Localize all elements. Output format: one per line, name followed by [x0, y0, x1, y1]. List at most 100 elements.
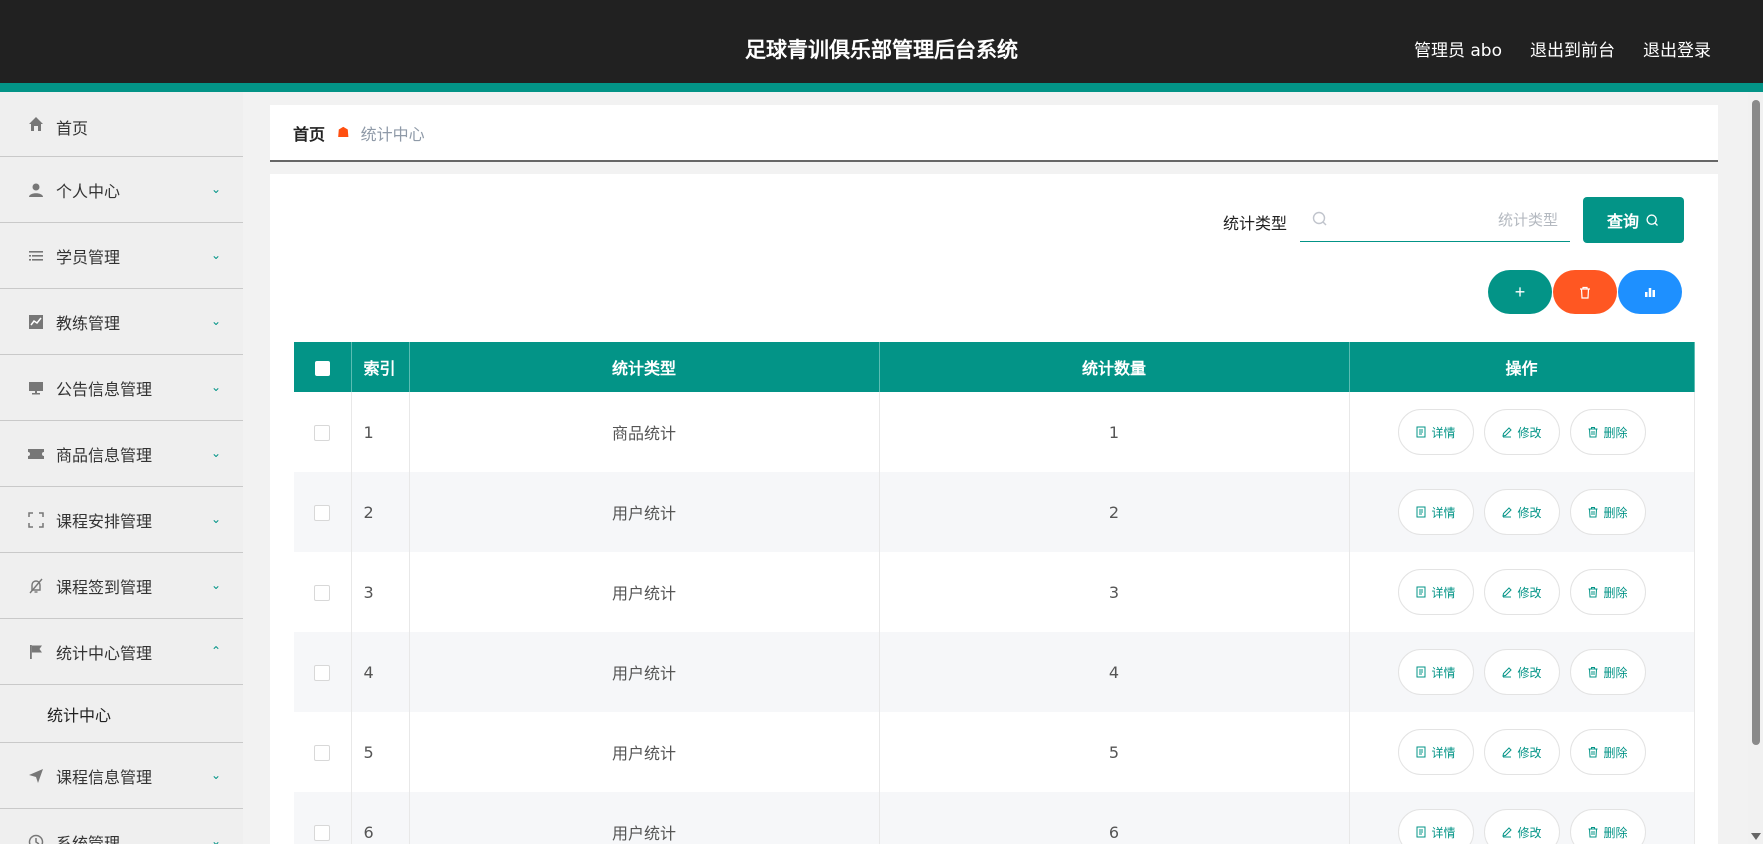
row-checkbox[interactable]: [314, 665, 331, 681]
sidebar-item-notice-management[interactable]: 公告信息管理 ⌄: [0, 355, 243, 421]
edit-icon: [1502, 747, 1513, 758]
plus-icon: +: [1514, 281, 1526, 302]
edit-button[interactable]: 修改: [1483, 489, 1560, 535]
row-count: 2: [879, 472, 1350, 552]
query-button[interactable]: 查询: [1583, 197, 1684, 243]
document-icon: [1416, 586, 1426, 598]
logout-link[interactable]: 退出登录: [1643, 36, 1711, 61]
sidebar-item-home[interactable]: 首页: [0, 92, 243, 157]
edit-button[interactable]: 修改: [1483, 729, 1560, 775]
sidebar-item-personal-center[interactable]: 个人中心 ⌄: [0, 157, 243, 223]
chevron-down-icon: ⌄: [210, 833, 221, 844]
edit-icon: [1502, 587, 1513, 598]
chevron-down-icon: ⌄: [210, 445, 221, 460]
row-count: 6: [879, 792, 1350, 844]
sidebar-item-label: 个人中心: [56, 181, 121, 201]
edit-button[interactable]: 修改: [1483, 649, 1560, 695]
document-icon: [1416, 746, 1426, 758]
sidebar-item-student-management[interactable]: 学员管理 ⌄: [0, 223, 243, 289]
delete-button[interactable]: 删除: [1569, 489, 1646, 535]
row-type: 用户统计: [409, 632, 880, 712]
sidebar-item-label: 课程签到管理: [56, 577, 153, 597]
row-index: 6: [351, 792, 410, 844]
row-checkbox[interactable]: [314, 425, 331, 441]
scrollbar-thumb[interactable]: [1752, 100, 1760, 745]
page-scrollbar[interactable]: [1748, 92, 1763, 844]
select-all-checkbox[interactable]: [314, 360, 330, 376]
column-header-ops: 操作: [1349, 342, 1695, 392]
search-input[interactable]: [1300, 198, 1570, 241]
delete-label: 删除: [1603, 825, 1628, 840]
sidebar-item-goods-management[interactable]: 商品信息管理 ⌄: [0, 421, 243, 487]
delete-button[interactable]: 删除: [1569, 809, 1646, 844]
delete-button[interactable]: 删除: [1569, 409, 1646, 455]
batch-delete-button[interactable]: [1553, 270, 1617, 314]
delete-button[interactable]: 删除: [1569, 729, 1646, 775]
query-button-label: 查询: [1606, 212, 1639, 231]
sidebar-item-coach-management[interactable]: 教练管理 ⌄: [0, 289, 243, 355]
row-checkbox[interactable]: [314, 745, 331, 761]
add-button[interactable]: +: [1488, 270, 1552, 314]
detail-button[interactable]: 详情: [1397, 809, 1474, 844]
breadcrumb-home[interactable]: 首页: [293, 121, 325, 145]
trash-icon: [1588, 507, 1598, 518]
document-icon: [1416, 666, 1426, 678]
trash-icon: [1588, 827, 1598, 838]
search-icon: [1312, 211, 1327, 226]
trash-icon: [1580, 286, 1590, 299]
row-count: 5: [879, 712, 1350, 792]
document-icon: [1416, 426, 1426, 438]
table-row: 3 用户统计 3 详情 修改 删除: [294, 552, 1695, 632]
edit-button[interactable]: 修改: [1483, 409, 1560, 455]
delete-button[interactable]: 删除: [1569, 569, 1646, 615]
document-icon: [1416, 506, 1426, 518]
sidebar-item-schedule-management[interactable]: 课程安排管理 ⌄: [0, 487, 243, 553]
column-header-type: 统计类型: [409, 342, 880, 392]
detail-button[interactable]: 详情: [1397, 649, 1474, 695]
exit-to-front-link[interactable]: 退出到前台: [1530, 36, 1615, 61]
admin-user-label: 管理员 abo: [1413, 41, 1502, 61]
breadcrumb: 首页 ☗ 统计中心: [270, 105, 1718, 162]
detail-label: 详情: [1431, 745, 1456, 760]
chevron-down-icon: ⌄: [210, 511, 221, 526]
statistics-button[interactable]: [1618, 270, 1682, 314]
row-checkbox[interactable]: [314, 585, 331, 601]
table-header-row: 索引 统计类型 统计数量 操作: [294, 342, 1695, 392]
select-all-cell: [294, 342, 352, 392]
delete-label: 删除: [1603, 585, 1628, 600]
edit-icon: [1502, 667, 1513, 678]
send-icon: [27, 767, 45, 785]
row-type: 用户统计: [409, 472, 880, 552]
delete-label: 删除: [1603, 505, 1628, 520]
row-select-cell: [294, 792, 352, 844]
row-checkbox[interactable]: [314, 505, 331, 521]
row-select-cell: [294, 392, 352, 472]
detail-button[interactable]: 详情: [1397, 409, 1474, 455]
chevron-down-icon: ⌄: [210, 247, 221, 262]
sidebar-item-checkin-management[interactable]: 课程签到管理 ⌄: [0, 553, 243, 619]
edit-label: 修改: [1517, 665, 1542, 680]
sidebar-item-system-management[interactable]: 系统管理 ⌄: [0, 809, 243, 844]
detail-button[interactable]: 详情: [1397, 729, 1474, 775]
edit-button[interactable]: 修改: [1483, 809, 1560, 844]
detail-label: 详情: [1431, 425, 1456, 440]
row-checkbox[interactable]: [314, 825, 331, 841]
edit-icon: [1502, 507, 1513, 518]
row-count: 1: [879, 392, 1350, 472]
bar-chart-icon: [1645, 288, 1655, 297]
sidebar-item-statistics-management[interactable]: 统计中心管理 ⌃: [0, 619, 243, 685]
sidebar-item-label: 学员管理: [56, 247, 121, 267]
detail-button[interactable]: 详情: [1397, 489, 1474, 535]
row-ops-cell: 详情 修改 删除: [1349, 472, 1695, 552]
edit-label: 修改: [1517, 825, 1542, 840]
delete-button[interactable]: 删除: [1569, 649, 1646, 695]
table-row: 5 用户统计 5 详情 修改 删除: [294, 712, 1695, 792]
scroll-down-arrow-icon[interactable]: [1751, 833, 1761, 840]
sidebar-item-label: 教练管理: [56, 313, 121, 333]
sidebar-item-label: 商品信息管理: [56, 445, 153, 465]
statistics-table: 索引 统计类型 统计数量 操作 1 商品统计 1 详情 修改 删除 2 用户统计 2 详情 修改 删除…: [294, 342, 1695, 844]
edit-button[interactable]: 修改: [1483, 569, 1560, 615]
sidebar-item-course-info-management[interactable]: 课程信息管理 ⌄: [0, 743, 243, 809]
sidebar-subitem-statistics-center[interactable]: 统计中心: [0, 685, 243, 743]
detail-button[interactable]: 详情: [1397, 569, 1474, 615]
